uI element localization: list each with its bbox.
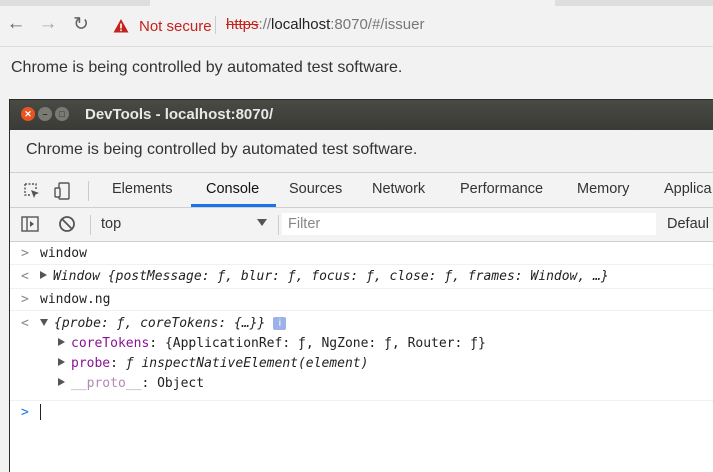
url-bar[interactable]: https://localhost:8070/#/issuer	[226, 16, 424, 33]
reload-button[interactable]: ↻	[69, 12, 93, 36]
property-value: {ApplicationRef: ƒ, NgZone: ƒ, Router: ƒ…	[164, 336, 486, 351]
devtools-window-title: DevTools - localhost:8070/	[85, 106, 274, 123]
console-output-text: {probe: ƒ, coreTokens: {…}}	[54, 316, 266, 331]
chevron-down-icon	[257, 219, 267, 226]
object-property-row[interactable]: coreTokens: {ApplicationRef: ƒ, NgZone: …	[58, 336, 486, 351]
object-property-row[interactable]: __proto__: Object	[58, 376, 204, 391]
minimize-icon: –	[42, 108, 48, 119]
devtools-automation-infobar: Chrome is being controlled by automated …	[10, 130, 713, 173]
execution-context-label: top	[101, 216, 122, 232]
tab-console[interactable]: Console	[206, 181, 259, 197]
devtools-window: ✕ – □ DevTools - localhost:8070/ Chrome …	[10, 100, 713, 472]
console-toolbar-divider	[90, 215, 91, 235]
property-separator: :	[149, 336, 165, 351]
console-output[interactable]: > window < Window {postMessage: ƒ, blur:…	[10, 242, 713, 472]
property-key: __proto__	[71, 376, 142, 391]
log-levels-dropdown[interactable]: Defaul	[667, 216, 709, 232]
console-prompt-icon: >	[21, 405, 29, 420]
tab-application[interactable]: Applica	[664, 181, 712, 197]
arrow-left-icon: ←	[6, 13, 26, 34]
maximize-icon: □	[59, 108, 65, 119]
url-separator: ://	[258, 16, 272, 33]
execution-context-select[interactable]: top	[98, 213, 271, 235]
devtools-infobar-text: Chrome is being controlled by automated …	[26, 141, 418, 158]
browser-toolbar: ← → ↻ Not secure https://localhost:8070/…	[0, 6, 713, 46]
property-value: ƒ inspectNativeElement(element)	[125, 356, 369, 371]
url-host: localhost	[271, 16, 331, 33]
input-prompt-icon: >	[21, 292, 29, 307]
url-scheme: https	[226, 16, 259, 33]
console-input-text: window.ng	[40, 292, 111, 307]
console-input-row: > window.ng	[10, 288, 713, 311]
console-input-text: window	[40, 246, 87, 261]
collapse-triangle-icon[interactable]	[40, 319, 48, 326]
property-value: Object	[157, 376, 205, 391]
console-output-row: < {probe: ƒ, coreTokens: {…}} i coreToken…	[10, 310, 713, 401]
console-output-entry[interactable]: {probe: ƒ, coreTokens: {…}} i	[40, 316, 287, 331]
expand-triangle-icon[interactable]	[58, 378, 65, 386]
security-indicator[interactable]: Not secure	[113, 16, 212, 36]
back-button[interactable]: ←	[4, 12, 28, 36]
reload-icon: ↻	[73, 13, 89, 35]
window-maximize-button[interactable]: □	[55, 107, 69, 121]
close-icon: ✕	[24, 108, 32, 119]
expand-triangle-icon[interactable]	[58, 338, 65, 346]
forward-button[interactable]: →	[36, 12, 60, 36]
output-return-icon: <	[21, 269, 29, 284]
tab-network[interactable]: Network	[372, 181, 425, 197]
object-property-row[interactable]: probe: ƒ inspectNativeElement(element)	[58, 356, 368, 371]
console-output-entry[interactable]: Window {postMessage: ƒ, blur: ƒ, focus: …	[40, 269, 609, 284]
info-icon[interactable]: i	[273, 317, 287, 330]
tab-elements[interactable]: Elements	[112, 181, 172, 197]
console-output-text: Window {postMessage: ƒ, blur: ƒ, focus: …	[53, 269, 609, 284]
output-return-icon: <	[21, 316, 29, 331]
window-close-button[interactable]: ✕	[21, 107, 35, 121]
property-separator: :	[141, 376, 158, 391]
devtools-tab-bar: Elements Console Sources Network Perform…	[10, 173, 713, 208]
tab-memory[interactable]: Memory	[577, 181, 629, 197]
security-label: Not secure	[139, 17, 212, 35]
device-toolbar-icon[interactable]	[54, 182, 72, 200]
console-toolbar: top Defaul	[10, 208, 713, 242]
console-filter-input[interactable]	[282, 213, 656, 235]
console-prompt-input[interactable]	[40, 404, 41, 420]
property-separator: :	[110, 356, 126, 371]
show-sidebar-icon[interactable]	[21, 216, 39, 232]
warning-triangle-icon	[113, 19, 129, 33]
omnibox-divider	[215, 16, 216, 34]
tab-bar-divider	[88, 181, 89, 201]
expand-triangle-icon[interactable]	[58, 358, 65, 366]
property-key: coreTokens	[71, 336, 150, 351]
console-output-row: < Window {postMessage: ƒ, blur: ƒ, focus…	[10, 264, 713, 289]
tab-sources[interactable]: Sources	[289, 181, 342, 197]
clear-console-icon[interactable]	[58, 215, 76, 233]
console-input-row: > window	[10, 242, 713, 265]
automation-infobar: Chrome is being controlled by automated …	[0, 46, 713, 91]
window-minimize-button[interactable]: –	[38, 107, 52, 121]
inspect-element-icon[interactable]	[23, 182, 41, 200]
url-path: :8070/#/issuer	[330, 16, 425, 33]
infobar-text: Chrome is being controlled by automated …	[11, 59, 403, 76]
property-key: probe	[71, 356, 111, 371]
input-prompt-icon: >	[21, 246, 29, 261]
active-tab-indicator	[191, 204, 276, 207]
expand-triangle-icon[interactable]	[40, 271, 47, 279]
tab-performance[interactable]: Performance	[460, 181, 543, 197]
arrow-right-icon: →	[38, 13, 58, 34]
devtools-titlebar[interactable]: ✕ – □ DevTools - localhost:8070/	[10, 100, 713, 130]
console-toolbar-divider-2	[278, 215, 279, 235]
